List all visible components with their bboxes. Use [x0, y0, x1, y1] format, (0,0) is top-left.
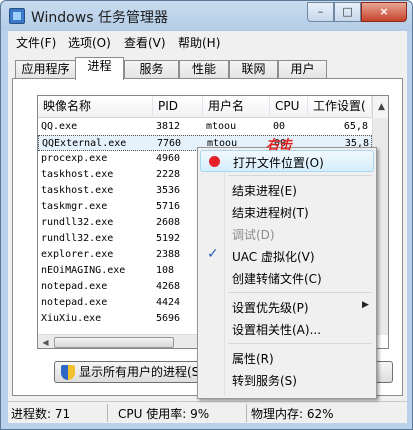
- menu-item-label: 属性(R): [232, 352, 274, 366]
- menu-item[interactable]: 打开文件位置(O): [200, 150, 374, 172]
- column-user-name[interactable]: 用户名: [203, 96, 270, 118]
- menu-separator: [228, 343, 372, 344]
- cell-pid: 2388: [156, 249, 181, 260]
- uac-shield-icon: [61, 365, 75, 380]
- cell-image-name: XiuXiu.exe: [41, 313, 102, 324]
- cell-pid: 4424: [156, 297, 181, 308]
- red-dot-icon: [209, 156, 220, 167]
- close-button[interactable]: ×: [361, 2, 407, 22]
- cell-pid: 2228: [156, 169, 181, 180]
- tab-networking[interactable]: 联网: [229, 60, 278, 79]
- cell-pid: 108: [156, 265, 175, 276]
- column-image-name[interactable]: 映像名称: [38, 96, 153, 118]
- cell-pid: 3812: [156, 121, 181, 132]
- cell-pid: 5716: [156, 201, 181, 212]
- menu-item-label: 转到服务(S): [232, 374, 297, 388]
- menu-bar: 文件(F) 选项(O) 查看(V) 帮助(H): [8, 31, 407, 51]
- tab-strip: 应用程序 进程 服务 性能 联网 用户: [8, 57, 407, 80]
- status-divider: [246, 404, 247, 422]
- cell-image-name: taskhost.exe: [41, 169, 114, 180]
- menu-item: 调试(D): [200, 223, 374, 245]
- menu-item-label: 结束进程树(T): [232, 206, 309, 220]
- tab-processes[interactable]: 进程: [75, 57, 124, 80]
- cell-pid: 4268: [156, 281, 181, 292]
- right-click-annotation: 右击: [266, 138, 293, 153]
- status-divider: [107, 404, 108, 422]
- cell-pid: 5192: [156, 233, 181, 244]
- cell-image-name: QQ.exe: [41, 121, 78, 132]
- menu-separator: [228, 175, 372, 176]
- column-pid[interactable]: PID: [153, 96, 203, 118]
- tab-performance[interactable]: 性能: [179, 60, 229, 79]
- menu-item[interactable]: 设置优先级(P) ▶: [200, 296, 374, 318]
- menu-item[interactable]: 结束进程(E): [200, 179, 374, 201]
- cell-pid: 3536: [156, 185, 181, 196]
- menu-item-label: 设置相关性(A)...: [232, 323, 322, 337]
- tab-users[interactable]: 用户: [278, 60, 327, 79]
- scroll-left-arrow-icon[interactable]: ◀: [38, 335, 53, 348]
- cell-image-name: notepad.exe: [41, 297, 108, 308]
- minimize-button[interactable]: –: [307, 2, 334, 22]
- process-row[interactable]: QQ.exe 3812 mtoou 00 65,8: [38, 119, 372, 135]
- cell-image-name: rundll32.exe: [41, 217, 114, 228]
- cell-image-name: QQExternal.exe: [42, 138, 127, 149]
- cell-image-name: taskhost.exe: [41, 185, 114, 196]
- process-context-menu: 打开文件位置(O) 结束进程(E) 结束进程树(T) 调试(D) ✓ UAC 虚拟化(V)…: [197, 147, 377, 399]
- cell-image-name: nEOiMAGING.exe: [41, 265, 126, 276]
- menu-item[interactable]: ✓ UAC 虚拟化(V): [200, 245, 374, 267]
- menu-item-label: 调试(D): [232, 228, 275, 242]
- status-physical-memory: 物理内存: 62%: [251, 407, 334, 421]
- menu-separator: [228, 292, 372, 293]
- cell-image-name: explorer.exe: [41, 249, 114, 260]
- cell-image-name: taskmgr.exe: [41, 201, 108, 212]
- menu-options[interactable]: 选项(O): [68, 34, 111, 51]
- menu-file[interactable]: 文件(F): [16, 34, 56, 51]
- cell-image-name: rundll32.exe: [41, 233, 114, 244]
- menu-item-label: 结束进程(E): [232, 184, 297, 198]
- menu-help[interactable]: 帮助(H): [178, 34, 220, 51]
- column-cpu[interactable]: CPU: [270, 96, 308, 118]
- cell-working-set: 65,8: [343, 121, 368, 132]
- cell-pid: 4960: [156, 153, 181, 164]
- show-all-processes-label: 显示所有用户的进程(S): [79, 365, 204, 379]
- menu-item[interactable]: 转到服务(S): [200, 369, 374, 391]
- menu-item[interactable]: 结束进程树(T): [200, 201, 374, 223]
- cell-cpu: 00: [273, 121, 286, 132]
- cell-pid: 5696: [156, 313, 181, 324]
- menu-item[interactable]: 设置相关性(A)...: [200, 318, 374, 340]
- tab-services[interactable]: 服务: [124, 60, 179, 79]
- status-cpu-usage: CPU 使用率: 9%: [118, 407, 210, 421]
- menu-item-label: 打开文件位置(O): [233, 156, 324, 170]
- menu-item[interactable]: 属性(R): [200, 347, 374, 369]
- column-working-set[interactable]: 工作设置(: [308, 96, 372, 118]
- list-header: 映像名称 PID 用户名 CPU 工作设置( ▲: [38, 96, 388, 118]
- cell-image-name: notepad.exe: [41, 281, 108, 292]
- status-bar: 进程数: 71 CPU 使用率: 9% 物理内存: 62%: [8, 401, 407, 423]
- menu-item[interactable]: 创建转储文件(C): [200, 267, 374, 289]
- horizontal-scroll-thumb[interactable]: [54, 337, 174, 348]
- cell-user-name: mtoou: [206, 121, 237, 132]
- menu-view[interactable]: 查看(V): [124, 34, 166, 51]
- menu-item-label: 创建转储文件(C): [232, 272, 322, 286]
- scroll-up-arrow-icon[interactable]: ▲: [372, 96, 388, 118]
- status-process-count: 进程数: 71: [11, 407, 71, 421]
- menu-item-label: UAC 虚拟化(V): [232, 250, 315, 264]
- task-manager-app-icon: [9, 8, 25, 24]
- maximize-button[interactable]: □: [334, 2, 361, 22]
- tab-applications[interactable]: 应用程序: [15, 60, 76, 79]
- show-all-processes-button[interactable]: 显示所有用户的进程(S): [54, 361, 216, 383]
- submenu-arrow-icon: ▶: [362, 300, 369, 310]
- cell-pid: 2608: [156, 217, 181, 228]
- title-bar[interactable]: Windows 任务管理器 – □ ×: [1, 1, 412, 31]
- cell-image-name: procexp.exe: [41, 153, 108, 164]
- check-icon: ✓: [207, 246, 219, 262]
- window-title: Windows 任务管理器: [31, 10, 168, 26]
- menu-item-label: 设置优先级(P): [232, 301, 309, 315]
